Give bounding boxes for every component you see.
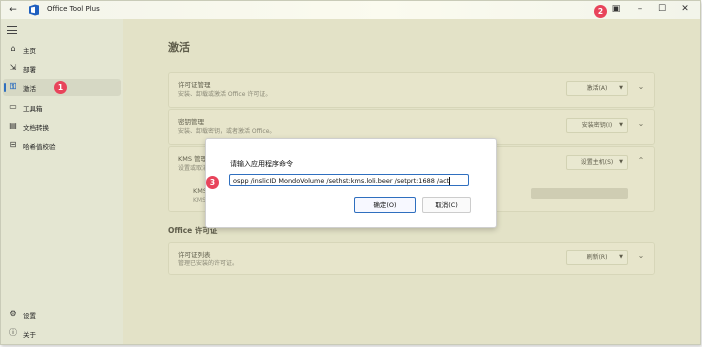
sidebar-item-deploy[interactable]: ⇲ 部署 <box>3 60 121 77</box>
ok-button[interactable]: 确定(O) <box>354 197 416 213</box>
hash-check-icon: ⊟ <box>9 140 17 149</box>
sidebar-item-toolbox[interactable]: ▭ 工具箱 <box>3 99 121 116</box>
app-title: Office Tool Plus <box>47 5 100 13</box>
info-icon: ⓘ <box>9 328 17 337</box>
step-marker-1: 1 <box>54 81 67 94</box>
deploy-icon: ⇲ <box>9 63 17 72</box>
step-marker-2: 2 <box>594 5 607 18</box>
back-arrow-icon[interactable]: ← <box>7 4 19 16</box>
sidebar-item-about[interactable]: ⓘ 关于 <box>3 325 121 342</box>
sidebar-item-label: 部署 <box>23 66 36 74</box>
command-input-value: ospp /inslicID MondoVolume /sethst:kms.l… <box>233 177 450 185</box>
home-icon: ⌂ <box>10 44 16 53</box>
sidebar-item-document-convert[interactable]: ▤ 文档转换 <box>3 118 121 135</box>
close-icon[interactable]: ✕ <box>678 3 692 16</box>
sidebar-item-home[interactable]: ⌂ 主页 <box>3 41 121 58</box>
command-input[interactable]: ospp /inslicID MondoVolume /sethst:kms.l… <box>229 174 469 186</box>
active-indicator <box>4 83 6 92</box>
key-icon: ⚿ <box>9 82 17 91</box>
sidebar-item-label: 激活 <box>23 85 36 93</box>
sidebar-item-settings[interactable]: ⚙ 设置 <box>3 306 121 323</box>
sidebar-item-label: 工具箱 <box>23 105 43 113</box>
hamburger-icon[interactable] <box>7 26 17 34</box>
sidebar-item-label: 主页 <box>23 47 36 55</box>
text-cursor <box>449 177 451 185</box>
sidebar-item-label: 设置 <box>23 312 36 320</box>
office-logo-icon <box>29 4 39 16</box>
minimize-icon[interactable]: – <box>633 3 647 16</box>
cancel-button[interactable]: 取消(C) <box>422 197 471 213</box>
sidebar-item-label: 哈希值校验 <box>23 143 56 151</box>
sidebar: ⌂ 主页 ⇲ 部署 ⚿ 激活 ▭ 工具箱 ▤ 文档转换 ⊟ 哈希值校验 ⚙ 设置 <box>1 19 123 344</box>
app-window: ← Office Tool Plus ▣ – ☐ ✕ ⌂ 主页 ⇲ 部署 ⚿ 激… <box>0 0 701 345</box>
toolbox-icon: ▭ <box>9 102 17 111</box>
maximize-icon[interactable]: ☐ <box>655 3 669 16</box>
settings-icon: ⚙ <box>9 309 17 318</box>
step-marker-3: 3 <box>206 176 219 189</box>
command-dialog: 请输入应用程序命令 ospp /inslicID MondoVolume /se… <box>205 138 497 228</box>
restore-icon[interactable]: ▣ <box>609 3 623 16</box>
dialog-title: 请输入应用程序命令 <box>230 160 293 168</box>
sidebar-item-label: 关于 <box>23 331 36 339</box>
sidebar-item-hash-check[interactable]: ⊟ 哈希值校验 <box>3 137 121 154</box>
sidebar-item-label: 文档转换 <box>23 124 49 132</box>
document-convert-icon: ▤ <box>9 121 17 130</box>
